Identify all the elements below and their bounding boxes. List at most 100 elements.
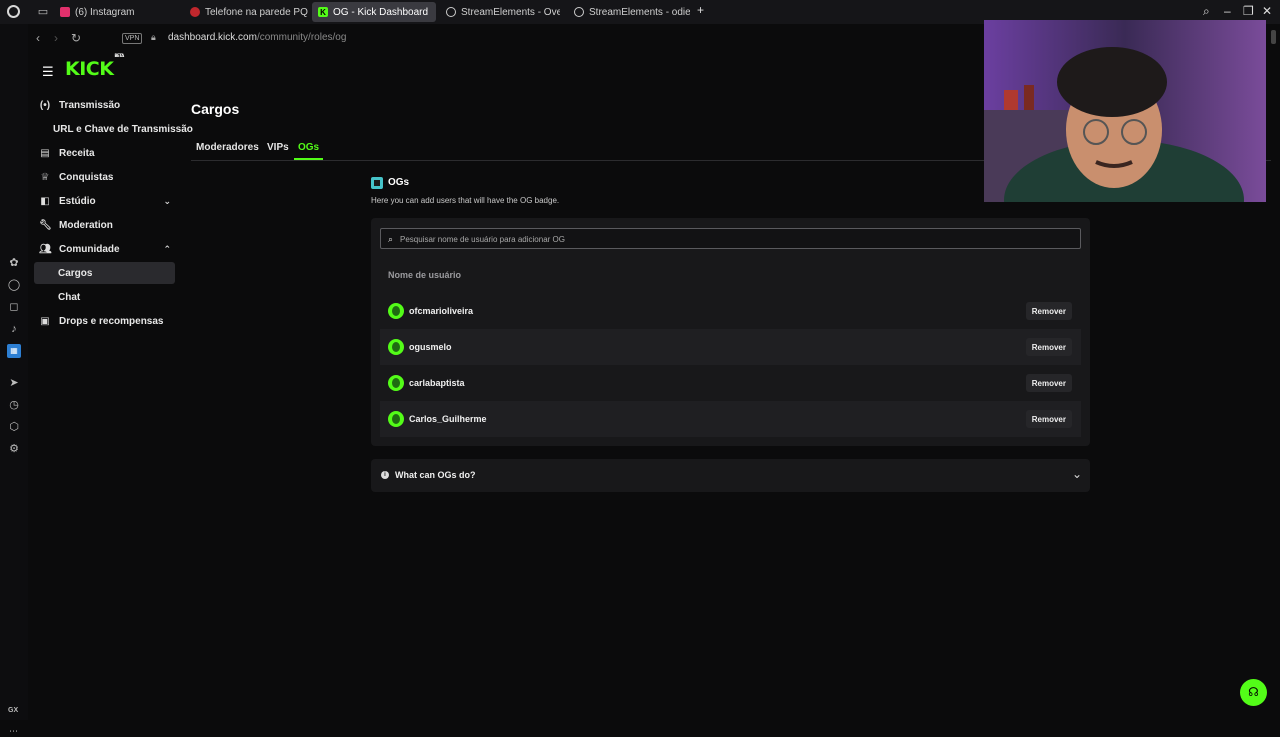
sidebar-item-receita[interactable]: ▤ Receita	[34, 142, 175, 164]
search-input[interactable]	[400, 232, 1070, 246]
workspaces-icon[interactable]: ▭	[36, 5, 50, 19]
studio-icon: ◧	[40, 195, 50, 207]
sidebar-item-label: URL e Chave de Transmissão	[53, 123, 193, 135]
avatar	[388, 375, 404, 391]
webcam-image	[984, 20, 1266, 202]
vpn-badge[interactable]: VPN	[122, 33, 143, 44]
sidebar-item-cargos[interactable]: Cargos	[34, 262, 175, 284]
sidebar-item-estudio[interactable]: ◧ Estúdio ⌄	[34, 190, 175, 212]
tiktok-icon[interactable]: ♪	[7, 322, 21, 336]
sidebar-item-label: Conquistas	[59, 171, 114, 183]
chevron-down-icon[interactable]: ⌄	[1072, 467, 1082, 481]
gift-icon: ▣	[40, 315, 50, 327]
browser-tab-youtube[interactable]: Telefone na parede PQP!	[184, 2, 308, 22]
url-text[interactable]: dashboard.kick.com/community/roles/og	[168, 32, 346, 43]
browser-tab-streamelements-odiego[interactable]: StreamElements - odiego	[568, 2, 690, 22]
broadcast-icon: (•)	[39, 99, 51, 111]
streamelements-icon	[574, 7, 584, 17]
sidebar-item-chat[interactable]: Chat	[34, 286, 175, 308]
forward-icon[interactable]: ›	[54, 31, 58, 45]
chatgpt-icon[interactable]: ✿	[7, 256, 21, 270]
streamelements-icon	[446, 7, 456, 17]
instagram-icon[interactable]: ◻	[7, 300, 21, 314]
avatar	[388, 303, 404, 319]
sidebar-item-label: Cargos	[58, 267, 93, 279]
trophy-icon: ♕	[40, 171, 50, 183]
remove-button[interactable]: Remover	[1025, 374, 1072, 392]
webcam-overlay	[984, 20, 1266, 202]
app-icon[interactable]: ▦	[7, 344, 21, 358]
table-row: carlabaptista Remover	[380, 365, 1081, 401]
settings-icon[interactable]: ⚙	[7, 442, 21, 456]
sidebar-item-url-chave[interactable]: URL e Chave de Transmissão	[34, 118, 193, 140]
tab-ogs[interactable]: OGs	[294, 142, 324, 160]
maximize-icon[interactable]: ❐	[1243, 4, 1254, 18]
remove-button[interactable]: Remover	[1025, 302, 1072, 320]
page-scrollbar[interactable]	[1271, 30, 1276, 44]
username: carlabaptista	[409, 378, 465, 388]
browser-tab-instagram[interactable]: (6) Instagram	[54, 2, 180, 22]
sidebar-item-label: Moderation	[59, 219, 113, 231]
sidebar-item-label: Comunidade	[59, 243, 120, 255]
sidebar-item-moderation[interactable]: 🔧︎ Moderation	[34, 214, 175, 236]
search-field[interactable]: ⌕	[380, 228, 1081, 249]
tab-moderadores[interactable]: Moderadores	[196, 142, 259, 158]
beta-badge: BETA	[114, 52, 124, 58]
dashboard-sidebar: ☰ KICKBETA (•) Transmissão URL e Chave d…	[28, 52, 193, 720]
browser-tab-kick[interactable]: K OG - Kick Dashboard	[312, 2, 436, 22]
info-icon: i	[381, 471, 389, 479]
help-chat-button[interactable]: ☊	[1240, 679, 1267, 706]
sidebar-item-conquistas[interactable]: ♕ Conquistas	[34, 166, 175, 188]
sidebar-item-transmissao[interactable]: (•) Transmissão	[34, 94, 175, 116]
search-icon: ⌕	[388, 234, 394, 244]
chevron-up-icon[interactable]: ⌃	[163, 244, 171, 255]
instagram-icon	[60, 7, 70, 17]
close-icon[interactable]: ✕	[1262, 4, 1272, 18]
back-icon[interactable]: ‹	[36, 31, 40, 45]
sidebar-item-label: Transmissão	[59, 99, 121, 111]
remove-button[interactable]: Remover	[1025, 338, 1072, 356]
more-icon[interactable]: ⋯	[9, 726, 18, 737]
remove-button[interactable]: Remover	[1025, 410, 1072, 428]
youtube-icon	[190, 7, 200, 17]
new-tab-button[interactable]: +	[697, 3, 704, 17]
search-icon[interactable]: ⌕	[1203, 4, 1210, 19]
faq-title: What can OGs do?	[395, 470, 476, 480]
chevron-down-icon[interactable]: ⌄	[163, 196, 171, 207]
sidebar-item-label: Drops e recompensas	[59, 315, 164, 327]
logo-text: KICK	[65, 58, 114, 80]
faq-accordion[interactable]: i What can OGs do? ⌄	[371, 459, 1090, 492]
sidebar-item-label: Estúdio	[59, 195, 96, 207]
tab-vips[interactable]: VIPs	[267, 142, 289, 158]
whatsapp-icon[interactable]: ◯	[7, 278, 21, 292]
table-row: ofcmarioliveira Remover	[380, 293, 1081, 329]
history-icon[interactable]: ◷	[7, 398, 21, 412]
url-path: /community/roles/og	[256, 32, 347, 43]
browser-sidebar: ✿ ◯ ◻ ♪ ▦ ➤ ◷ ⬡ ⚙ GX ⋯	[0, 24, 28, 736]
reload-icon[interactable]: ↻	[71, 31, 81, 45]
sidebar-item-drops[interactable]: ▣ Drops e recompensas	[34, 310, 175, 332]
table-row: ogusmelo Remover	[380, 329, 1081, 365]
browser-tab-streamelements-overlay[interactable]: StreamElements - Overlay	[440, 2, 560, 22]
send-icon[interactable]: ➤	[7, 376, 21, 390]
og-badge-icon	[371, 177, 383, 189]
opera-logo-icon[interactable]	[7, 5, 20, 18]
menu-icon[interactable]: ☰	[42, 64, 54, 80]
username: ofcmarioliveira	[409, 306, 474, 316]
og-users-panel: ⌕ Nome de usuário ofcmarioliveira Remove…	[371, 218, 1090, 446]
revenue-icon: ▤	[40, 147, 50, 159]
table-row: Carlos_Guilherme Remover	[380, 401, 1081, 437]
sidebar-item-label: Receita	[59, 147, 95, 159]
extensions-icon[interactable]: ⬡	[7, 420, 21, 434]
lock-icon[interactable]: 🔒︎	[151, 32, 156, 43]
url-host: dashboard.kick.com	[168, 32, 257, 43]
column-header-username: Nome de usuário	[388, 270, 462, 280]
gx-label[interactable]: GX	[8, 707, 18, 714]
kick-logo[interactable]: KICKBETA	[65, 53, 124, 80]
minimize-icon[interactable]: –	[1224, 4, 1231, 18]
tab-title: StreamElements - odiego	[589, 6, 690, 18]
sidebar-item-comunidade[interactable]: 👥︎ Comunidade ⌃	[34, 238, 175, 260]
tab-title: StreamElements - Overlay	[461, 6, 560, 18]
username: Carlos_Guilherme	[409, 414, 487, 424]
wrench-icon: 🔧︎	[39, 219, 52, 231]
